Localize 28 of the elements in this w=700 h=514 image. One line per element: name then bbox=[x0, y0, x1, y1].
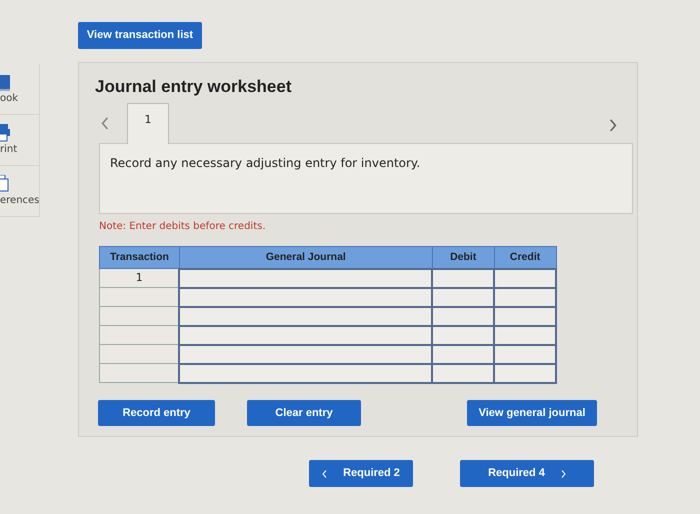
note-text: Note: Enter debits before credits. bbox=[99, 220, 267, 234]
worksheet-title: Journal entry worksheet bbox=[95, 77, 293, 98]
previous-icon[interactable] bbox=[101, 116, 109, 130]
pages-icon bbox=[0, 174, 10, 192]
worksheet-tab[interactable]: 1 bbox=[127, 103, 169, 144]
sidebar-item[interactable]: erences bbox=[0, 166, 40, 217]
next-button[interactable]: Required 4 bbox=[460, 460, 594, 487]
chevron-right-icon[interactable] bbox=[560, 470, 566, 478]
record-entry-button[interactable]: Record entry bbox=[98, 400, 215, 426]
table-cell: 1 bbox=[100, 268, 180, 288]
column-header: General Journal bbox=[179, 246, 432, 269]
column-header: Transaction bbox=[100, 246, 180, 269]
instruction-text: Record any necessary adjusting entry for inventory. bbox=[110, 156, 420, 170]
chevron-left-icon[interactable] bbox=[322, 470, 328, 478]
column-header: Credit bbox=[494, 246, 556, 269]
view-transaction-list-button[interactable]: View transaction list bbox=[78, 22, 202, 49]
column-header: Debit bbox=[432, 246, 494, 269]
sidebar-item[interactable]: ook bbox=[0, 64, 40, 115]
clear-entry-button[interactable]: Clear entry bbox=[247, 400, 361, 426]
next-icon[interactable] bbox=[609, 118, 617, 132]
debit-field[interactable] bbox=[432, 268, 494, 288]
account-field[interactable] bbox=[179, 268, 432, 288]
view-general-journal-button[interactable]: View general journal bbox=[467, 400, 597, 426]
sidebar-item[interactable]: rint bbox=[0, 115, 40, 166]
book-icon bbox=[0, 72, 10, 90]
printer-icon bbox=[0, 124, 10, 142]
credit-field[interactable] bbox=[494, 268, 556, 288]
previous-button[interactable]: Required 2 bbox=[309, 460, 413, 487]
